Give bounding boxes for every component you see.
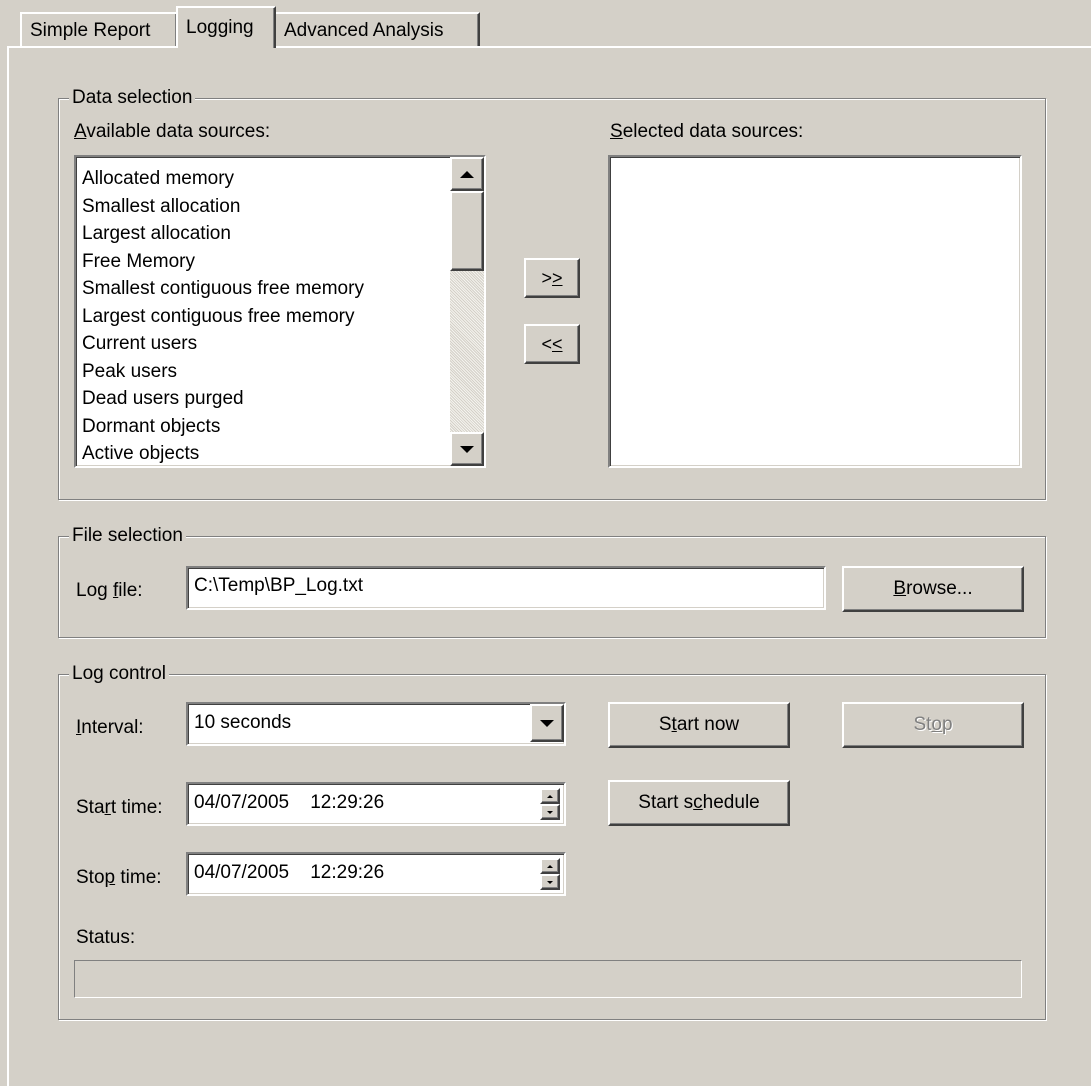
tab-logging[interactable]: Logging xyxy=(176,6,276,48)
spin-down-icon xyxy=(547,880,553,884)
available-list-scrollbar[interactable] xyxy=(450,157,484,466)
start-time-spinner[interactable] xyxy=(540,788,560,820)
start-time-label: Start time: xyxy=(76,797,163,818)
remove-selected-button[interactable]: << xyxy=(524,324,580,364)
browse-button[interactable]: Browse... xyxy=(842,566,1024,612)
status-field xyxy=(74,960,1022,998)
status-label: Status: xyxy=(76,927,136,948)
list-item[interactable]: Smallest contiguous free memory xyxy=(76,275,448,303)
spin-down-button[interactable] xyxy=(540,804,560,820)
tab-advanced-analysis[interactable]: Advanced Analysis xyxy=(274,12,480,46)
scroll-down-button[interactable] xyxy=(450,432,484,466)
file-selection-title: File selection xyxy=(69,524,186,548)
scroll-up-button[interactable] xyxy=(450,157,484,191)
list-item[interactable]: Allocated memory xyxy=(76,165,448,193)
interval-dropdown-button[interactable] xyxy=(530,704,564,742)
available-list-items: Allocated memory Smallest allocation Lar… xyxy=(76,165,448,466)
log-file-value: C:\Temp\BP_Log.txt xyxy=(194,575,363,596)
list-item[interactable]: Active objects xyxy=(76,440,448,466)
spin-up-button[interactable] xyxy=(540,858,560,874)
list-item[interactable]: Dead users purged xyxy=(76,385,448,413)
spin-down-icon xyxy=(547,810,553,814)
arrow-down-icon xyxy=(460,445,474,453)
list-item[interactable]: Largest allocation xyxy=(76,220,448,248)
log-file-input[interactable]: C:\Temp\BP_Log.txt xyxy=(186,566,826,610)
interval-value: 10 seconds xyxy=(194,712,292,733)
available-sources-list[interactable]: Allocated memory Smallest allocation Lar… xyxy=(74,155,486,468)
start-time-value: 04/07/2005 12:29:26 xyxy=(194,792,385,813)
spin-up-button[interactable] xyxy=(540,788,560,804)
stop-button[interactable]: Stop xyxy=(842,702,1024,748)
spin-up-icon xyxy=(547,864,553,868)
start-now-button[interactable]: Start now xyxy=(608,702,790,748)
stop-time-spinner[interactable] xyxy=(540,858,560,890)
selected-sources-label: Selected data sources: xyxy=(610,121,804,142)
arrow-up-icon xyxy=(460,170,474,178)
available-sources-label: Available data sources: xyxy=(74,121,271,142)
start-schedule-button[interactable]: Start schedule xyxy=(608,780,790,826)
interval-select[interactable]: 10 seconds xyxy=(186,702,566,746)
tab-simple-report[interactable]: Simple Report xyxy=(20,12,178,46)
log-file-label: Log file: xyxy=(76,580,143,601)
start-time-input[interactable]: 04/07/2005 12:29:26 xyxy=(186,782,566,826)
list-item[interactable]: Current users xyxy=(76,330,448,358)
stop-time-input[interactable]: 04/07/2005 12:29:26 xyxy=(186,852,566,896)
list-item[interactable]: Dormant objects xyxy=(76,413,448,441)
list-item[interactable]: Peak users xyxy=(76,358,448,386)
data-selection-title: Data selection xyxy=(69,86,196,110)
add-selected-button[interactable]: >> xyxy=(524,258,580,298)
stop-time-label: Stop time: xyxy=(76,867,162,888)
tab-advanced-analysis-label: Advanced Analysis xyxy=(284,20,444,41)
stop-time-value: 04/07/2005 12:29:26 xyxy=(194,862,385,883)
list-item[interactable]: Smallest allocation xyxy=(76,193,448,221)
log-control-title: Log control xyxy=(69,662,170,686)
scroll-thumb[interactable] xyxy=(450,191,484,271)
interval-label: Interval: xyxy=(76,717,144,738)
tab-simple-report-label: Simple Report xyxy=(30,20,151,41)
spin-down-button[interactable] xyxy=(540,874,560,890)
list-item[interactable]: Largest contiguous free memory xyxy=(76,303,448,331)
spin-up-icon xyxy=(547,794,553,798)
list-item[interactable]: Free Memory xyxy=(76,248,448,276)
chevron-down-icon xyxy=(540,719,554,727)
tab-logging-label: Logging xyxy=(186,17,254,38)
selected-sources-list[interactable] xyxy=(608,155,1022,468)
